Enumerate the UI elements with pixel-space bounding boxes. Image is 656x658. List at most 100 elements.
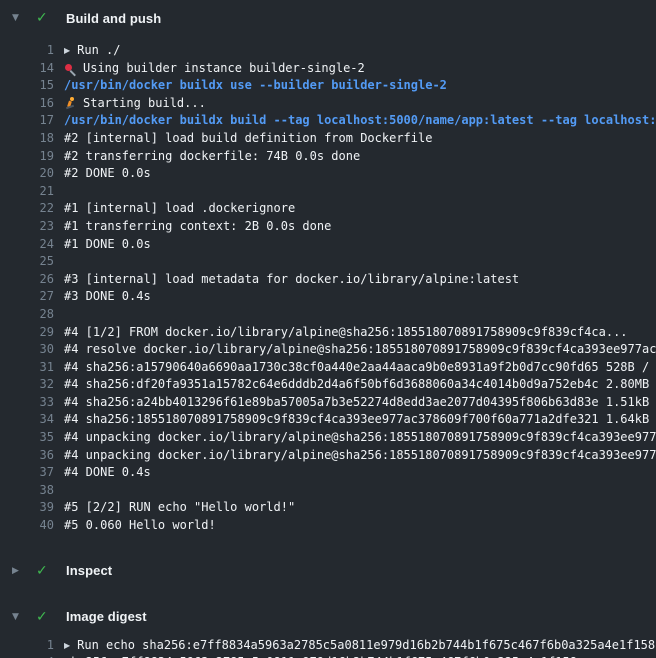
- section-title: Build and push: [66, 11, 161, 26]
- log-text: #1 DONE 0.0s: [64, 236, 151, 254]
- line-number[interactable]: 19: [0, 148, 54, 166]
- log-text: #2 DONE 0.0s: [64, 165, 151, 183]
- section-title: Image digest: [66, 609, 147, 624]
- line-number[interactable]: 23: [0, 218, 54, 236]
- log-text-content: #4 resolve docker.io/library/alpine@sha2…: [64, 341, 656, 359]
- line-number[interactable]: 35: [0, 429, 54, 447]
- log-text: #5 0.060 Hello world!: [64, 517, 216, 535]
- line-number[interactable]: 33: [0, 394, 54, 412]
- line-number[interactable]: 21: [0, 183, 54, 201]
- chevron-right-icon: ▶: [12, 566, 28, 576]
- log-text: #1 [internal] load .dockerignore: [64, 200, 295, 218]
- log-text: #4 unpacking docker.io/library/alpine@sh…: [64, 429, 656, 447]
- log-line: 35 #4 unpacking docker.io/library/alpine@…: [0, 429, 656, 447]
- section-body-image-digest: 1 ▶ Run echo sha256:e7ff8834a5963a2785c5a0…: [0, 635, 656, 658]
- log-line: 20 #2 DONE 0.0s: [0, 165, 656, 183]
- log-text: Starting build...: [64, 95, 206, 113]
- log-line: 31 #4 sha256:a15790640a6690aa1730c38cf0a4…: [0, 359, 656, 377]
- section-header-build-and-push[interactable]: ▼✓Build and push: [0, 0, 656, 36]
- log-text: #1 transferring context: 2B 0.0s done: [64, 218, 331, 236]
- play-icon[interactable]: ▶: [64, 637, 70, 655]
- log-text: #4 sha256:a24bb4013296f61e89ba57005a7b3e…: [64, 394, 656, 412]
- log-text-content: #3 DONE 0.4s: [64, 288, 151, 306]
- log-text: #3 [internal] load metadata for docker.i…: [64, 271, 519, 289]
- line-number[interactable]: 27: [0, 288, 54, 306]
- log-line: 30 #4 resolve docker.io/library/alpine@sh…: [0, 341, 656, 359]
- log-text-content: #4 sha256:a24bb4013296f61e89ba57005a7b3e…: [64, 394, 656, 412]
- log-text: #2 transferring dockerfile: 74B 0.0s don…: [64, 148, 360, 166]
- play-icon[interactable]: ▶: [64, 42, 70, 60]
- log-text-content: #4 sha256:a15790640a6690aa1730c38cf0a440…: [64, 359, 656, 377]
- line-number[interactable]: 25: [0, 253, 54, 271]
- log-line: 27 #3 DONE 0.4s: [0, 288, 656, 306]
- line-number[interactable]: 18: [0, 130, 54, 148]
- log-text-content: #4 unpacking docker.io/library/alpine@sh…: [64, 447, 656, 465]
- log-text: #4 sha256:a15790640a6690aa1730c38cf0a440…: [64, 359, 656, 377]
- log-line: 24 #1 DONE 0.0s: [0, 236, 656, 254]
- log-text-content: /usr/bin/docker buildx use --builder bui…: [64, 77, 447, 95]
- line-number[interactable]: 30: [0, 341, 54, 359]
- log-text-content: Using builder instance builder-single-2: [83, 60, 365, 78]
- line-number[interactable]: 22: [0, 200, 54, 218]
- actions-log-viewer: ▼✓Build and push1▶Run ./14Using builder …: [0, 0, 656, 658]
- log-line: 26 #3 [internal] load metadata for docker…: [0, 271, 656, 289]
- line-number[interactable]: 40: [0, 517, 54, 535]
- log-text: ▶Run ./: [64, 42, 121, 60]
- log-text-content: sha256:e7ff8834a5963a2785c5a0811e979d16b…: [64, 654, 577, 658]
- log-line: 28: [0, 306, 656, 324]
- log-text: /usr/bin/docker buildx use --builder bui…: [64, 77, 447, 95]
- log-text: #4 DONE 0.4s: [64, 464, 151, 482]
- line-number[interactable]: 39: [0, 499, 54, 517]
- line-number[interactable]: 24: [0, 236, 54, 254]
- log-text-content: #1 transferring context: 2B 0.0s done: [64, 218, 331, 236]
- line-number[interactable]: 37: [0, 464, 54, 482]
- log-text-content: #2 [internal] load build definition from…: [64, 130, 432, 148]
- section-gap: [0, 589, 656, 599]
- log-text-content: #4 DONE 0.4s: [64, 464, 151, 482]
- line-number[interactable]: 14: [0, 60, 54, 78]
- log-text-content: Run echo sha256:e7ff8834a5963a2785c5a081…: [77, 637, 655, 655]
- log-text-content: #1 [internal] load .dockerignore: [64, 200, 295, 218]
- log-line: 1 ▶ Run echo sha256:e7ff8834a5963a2785c5a0…: [0, 637, 656, 655]
- log-line: 15/usr/bin/docker buildx use --builder b…: [0, 77, 656, 95]
- line-number[interactable]: 17: [0, 112, 54, 130]
- line-number[interactable]: 16: [0, 95, 54, 113]
- log-text: #2 [internal] load build definition from…: [64, 130, 432, 148]
- log-line: 18 #2 [internal] load build definition fr…: [0, 130, 656, 148]
- line-number[interactable]: 34: [0, 411, 54, 429]
- line-number[interactable]: 26: [0, 271, 54, 289]
- log-text-content: Starting build...: [83, 95, 206, 113]
- log-text: #4 [1/2] FROM docker.io/library/alpine@s…: [64, 324, 628, 342]
- line-number[interactable]: 32: [0, 376, 54, 394]
- section-body-build-and-push: 1 ▶Run ./ 14 Using builder instance builder…: [0, 36, 656, 543]
- log-text: /usr/bin/docker buildx build --tag local…: [64, 112, 656, 130]
- line-number[interactable]: 31: [0, 359, 54, 377]
- section-header-image-digest[interactable]: ▼✓Image digest: [0, 599, 656, 635]
- line-number[interactable]: 28: [0, 306, 54, 324]
- line-number[interactable]: 20: [0, 165, 54, 183]
- line-number[interactable]: 29: [0, 324, 54, 342]
- success-check-icon: ✓: [36, 563, 52, 579]
- log-line: 14 Using builder instance builder-single-…: [0, 60, 656, 78]
- log-line: 32#4 sha256:df20fa9351a15782c64e6dddb2d4…: [0, 376, 656, 394]
- line-number[interactable]: 38: [0, 482, 54, 500]
- log-line: 40 #5 0.060 Hello world!: [0, 517, 656, 535]
- line-number[interactable]: 4: [0, 654, 54, 658]
- log-line: 17/usr/bin/docker buildx build --tag loc…: [0, 112, 656, 130]
- line-number[interactable]: 1: [0, 42, 54, 60]
- chevron-down-icon: ▼: [12, 13, 28, 23]
- log-line: 16 Starting build...: [0, 95, 656, 113]
- log-text: ▶ Run echo sha256:e7ff8834a5963a2785c5a08…: [64, 637, 655, 655]
- log-text-content: #2 transferring dockerfile: 74B 0.0s don…: [64, 148, 360, 166]
- line-number[interactable]: 15: [0, 77, 54, 95]
- log-text-content: #4 unpacking docker.io/library/alpine@sh…: [64, 429, 656, 447]
- log-line: 25: [0, 253, 656, 271]
- line-number[interactable]: 36: [0, 447, 54, 465]
- section-header-inspect[interactable]: ▶✓Inspect: [0, 553, 656, 589]
- log-text: #3 DONE 0.4s: [64, 288, 151, 306]
- log-line: 38: [0, 482, 656, 500]
- log-line: 39#5 [2/2] RUN echo "Hello world!": [0, 499, 656, 517]
- log-text: sha256:e7ff8834a5963a2785c5a0811e979d16b…: [64, 654, 577, 658]
- log-line: 37 #4 DONE 0.4s: [0, 464, 656, 482]
- line-number[interactable]: 1: [0, 637, 54, 655]
